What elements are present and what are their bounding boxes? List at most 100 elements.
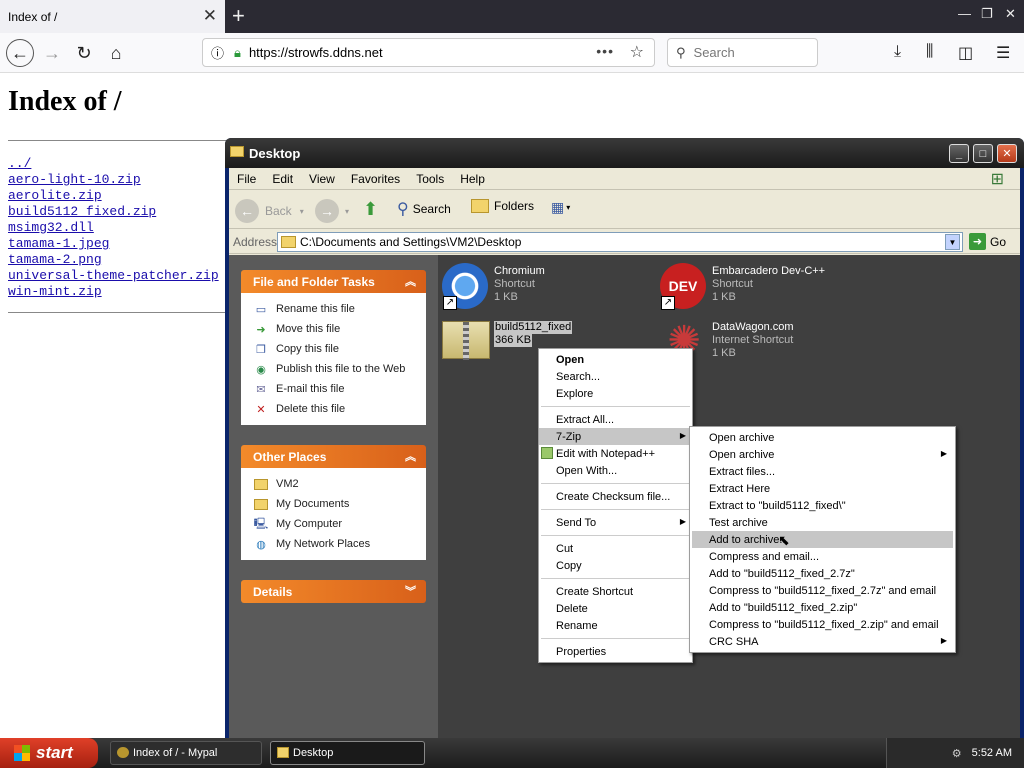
info-icon[interactable]: ⓘ <box>211 43 224 62</box>
task-copy[interactable]: ❐ Copy this file <box>253 339 426 359</box>
restore-icon[interactable]: ❐ <box>981 6 993 22</box>
menu-crc-sha[interactable]: CRC SHA ▶ <box>692 633 953 650</box>
file-link[interactable]: ../ <box>8 156 219 172</box>
place-my-computer[interactable]: 🖳 My Computer <box>253 514 426 534</box>
menu-compress-7z-email[interactable]: Compress to "build5112_fixed_2.7z" and e… <box>692 582 953 599</box>
search-button[interactable]: ⚲ Search <box>397 199 451 219</box>
menu-favorites[interactable]: Favorites <box>343 172 408 186</box>
file-link[interactable]: win-mint.zip <box>8 284 219 300</box>
task-move[interactable]: ➜ Move this file <box>253 319 426 339</box>
item-size: 1 KB <box>712 291 736 303</box>
views-button[interactable]: ▦ ▾ <box>551 199 570 216</box>
browser-tab[interactable]: Index of / ✕ <box>0 0 225 33</box>
menu-cut[interactable]: Cut <box>539 540 692 557</box>
menu-tools[interactable]: Tools <box>408 172 452 186</box>
up-folder-button[interactable]: ⬆ <box>363 199 378 220</box>
collapse-icon[interactable]: ︽ <box>405 448 416 464</box>
back-icon[interactable]: ← <box>6 39 34 67</box>
menu-icon[interactable]: ☰ <box>996 43 1010 63</box>
desktop-item[interactable]: DEV ↗ Embarcadero Dev-C++ Shortcut 1 KB <box>660 263 860 313</box>
taskbar-item-desktop[interactable]: Desktop <box>270 741 425 765</box>
sidebar-icon[interactable]: ◫ <box>958 43 973 63</box>
file-link[interactable]: universal-theme-patcher.zip <box>8 268 219 284</box>
place-network[interactable]: ◍ My Network Places <box>253 534 426 554</box>
menu-file[interactable]: File <box>229 172 264 186</box>
minimize-icon[interactable]: — <box>958 6 971 21</box>
menu-copy[interactable]: Copy <box>539 557 692 574</box>
menu-create-shortcut[interactable]: Create Shortcut <box>539 583 692 600</box>
url-bar[interactable]: ⓘ 🔒︎ https://strowfs.ddns.net ••• ☆ <box>202 38 655 67</box>
menu-open-archive[interactable]: Open archive <box>692 429 953 446</box>
collapse-icon[interactable]: ︽ <box>405 273 416 289</box>
minimize-button[interactable]: _ <box>949 144 969 163</box>
menu-delete[interactable]: Delete <box>539 600 692 617</box>
downloads-icon[interactable]: ⤓ <box>894 43 901 61</box>
menu-search[interactable]: Search... <box>539 368 692 385</box>
menu-extract-all[interactable]: Extract All... <box>539 411 692 428</box>
task-delete[interactable]: ✕ Delete this file <box>253 399 426 419</box>
menu-help[interactable]: Help <box>452 172 493 186</box>
menu-test-archive[interactable]: Test archive <box>692 514 953 531</box>
file-link[interactable]: tamama-2.png <box>8 252 219 268</box>
file-link[interactable]: aero-light-10.zip <box>8 172 219 188</box>
network-tray-icon[interactable]: ⚙ <box>952 747 962 760</box>
home-icon[interactable]: ⌂ <box>102 39 130 67</box>
panel-header[interactable]: Details ︾ <box>241 580 426 603</box>
go-button[interactable]: ➜ Go <box>969 233 1006 250</box>
menu-open-archive-sub[interactable]: Open archive ▶ <box>692 446 953 463</box>
reload-icon[interactable]: ↻ <box>70 39 98 67</box>
task-publish[interactable]: ◉ Publish this file to the Web <box>253 359 426 379</box>
file-link[interactable]: build5112 fixed.zip <box>8 204 219 220</box>
menu-send-to[interactable]: Send To ▶ <box>539 514 692 531</box>
url-text[interactable]: https://strowfs.ddns.net <box>249 45 383 60</box>
address-dropdown-icon[interactable]: ▼ <box>945 234 960 250</box>
close-tab-icon[interactable]: ✕ <box>203 6 217 26</box>
menu-open-with[interactable]: Open With... <box>539 462 692 479</box>
window-title-bar[interactable]: Desktop _ □ ✕ <box>225 138 1024 168</box>
taskbar-item-browser[interactable]: Index of / - Mypal <box>110 741 262 765</box>
menu-notepadpp[interactable]: Edit with Notepad++ <box>539 445 692 462</box>
search-input[interactable]: ⚲ Search <box>667 38 818 67</box>
clock[interactable]: 5:52 AM <box>972 747 1012 759</box>
place-vm2[interactable]: VM2 <box>253 474 426 494</box>
menu-add-to-archive[interactable]: Add to archive... ⬉ <box>692 531 953 548</box>
library-icon[interactable]: ⫼ <box>926 43 933 61</box>
menu-explore[interactable]: Explore <box>539 385 692 402</box>
menu-edit[interactable]: Edit <box>264 172 301 186</box>
forward-icon[interactable]: → <box>38 39 66 67</box>
page-actions-icon[interactable]: ••• <box>596 43 614 59</box>
forward-button[interactable]: → ▾ <box>315 199 349 223</box>
close-button[interactable]: ✕ <box>997 144 1017 163</box>
panel-header[interactable]: Other Places ︽ <box>241 445 426 468</box>
back-button[interactable]: ← Back ▾ <box>235 199 304 223</box>
file-link[interactable]: aerolite.zip <box>8 188 219 204</box>
address-input[interactable]: C:\Documents and Settings\VM2\Desktop ▼ <box>277 232 963 252</box>
menu-compress-zip-email[interactable]: Compress to "build5112_fixed_2.zip" and … <box>692 616 953 633</box>
menu-add-7z[interactable]: Add to "build5112_fixed_2.7z" <box>692 565 953 582</box>
menu-7zip[interactable]: 7-Zip ▶ <box>539 428 692 445</box>
desktop-item[interactable]: ↗ Chromium Shortcut 1 KB <box>442 263 642 313</box>
menu-properties[interactable]: Properties <box>539 643 692 660</box>
menu-open[interactable]: Open <box>539 351 692 368</box>
start-button[interactable]: start <box>0 738 98 768</box>
folders-button[interactable]: Folders <box>471 199 534 213</box>
menu-add-zip[interactable]: Add to "build5112_fixed_2.zip" <box>692 599 953 616</box>
file-link[interactable]: tamama-1.jpeg <box>8 236 219 252</box>
file-link[interactable]: msimg32.dll <box>8 220 219 236</box>
expand-icon[interactable]: ︾ <box>405 583 416 599</box>
bookmark-star-icon[interactable]: ☆ <box>630 42 644 62</box>
menu-checksum[interactable]: Create Checksum file... <box>539 488 692 505</box>
panel-header[interactable]: File and Folder Tasks ︽ <box>241 270 426 293</box>
menu-extract-here[interactable]: Extract Here <box>692 480 953 497</box>
menu-extract-to[interactable]: Extract to "build5112_fixed\" <box>692 497 953 514</box>
menu-extract-files[interactable]: Extract files... <box>692 463 953 480</box>
new-tab-icon[interactable]: + <box>232 3 245 29</box>
task-rename[interactable]: ▭ Rename this file <box>253 299 426 319</box>
menu-compress-email[interactable]: Compress and email... <box>692 548 953 565</box>
menu-view[interactable]: View <box>301 172 343 186</box>
task-email[interactable]: ✉ E-mail this file <box>253 379 426 399</box>
maximize-button[interactable]: □ <box>973 144 993 163</box>
place-my-documents[interactable]: My Documents <box>253 494 426 514</box>
close-window-icon[interactable]: ✕ <box>1005 6 1016 22</box>
menu-rename[interactable]: Rename <box>539 617 692 634</box>
